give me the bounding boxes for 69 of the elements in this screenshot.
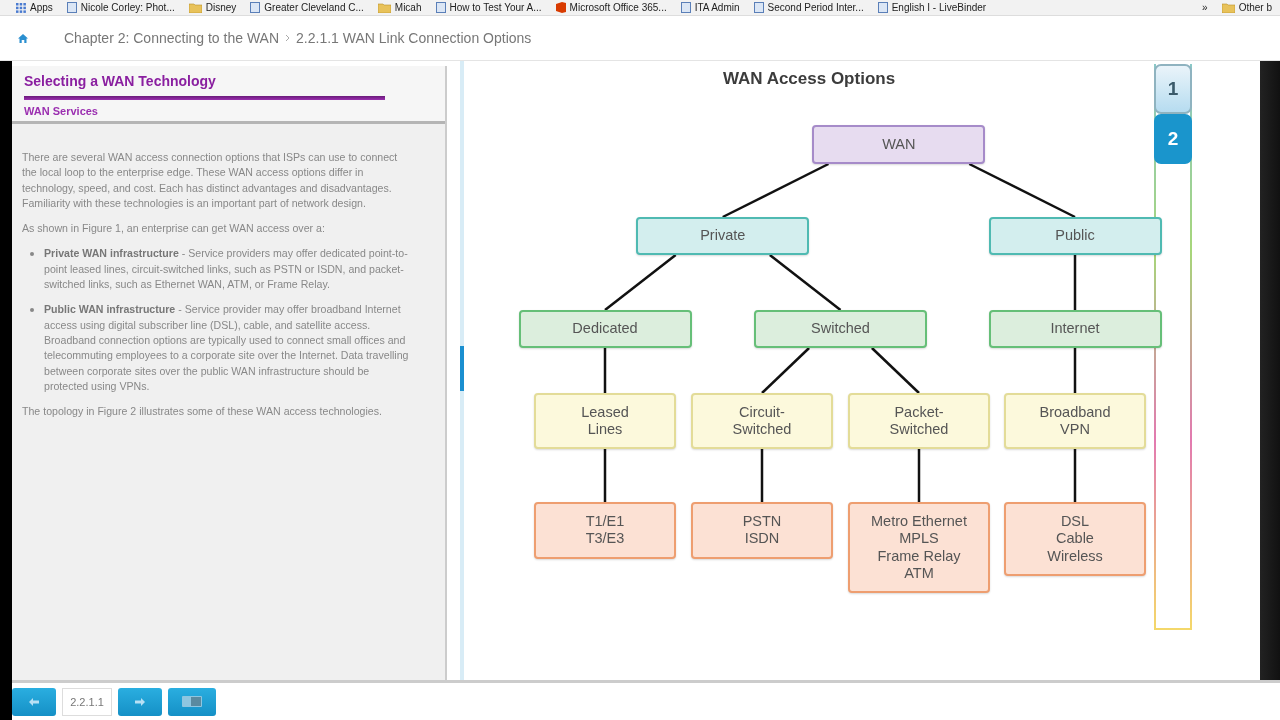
bullet-icon bbox=[30, 308, 34, 313]
diagram-node: Circuit- Switched bbox=[691, 393, 833, 449]
connector-line bbox=[1073, 449, 1077, 502]
diagram-node: Dedicated bbox=[518, 310, 692, 348]
bookmark-link[interactable]: Micah bbox=[377, 2, 422, 13]
page-icon bbox=[680, 2, 691, 13]
body-paragraph: The topology in Figure 2 illustrates some of these WAN access technologies. bbox=[22, 404, 383, 420]
grid-icon bbox=[16, 2, 26, 13]
diagram-node: Broadband VPN bbox=[1004, 393, 1146, 449]
page-number-field[interactable]: 2.2.1.1 bbox=[62, 687, 112, 716]
bookmark-link[interactable]: Disney bbox=[188, 2, 237, 13]
diagram-node: Metro Ethernet MPLS Frame Relay ATM bbox=[848, 502, 990, 594]
bullet-text: Private WAN infrastructure - Service providers may offer dedicated point-to-point leased lines, circuit-switched links, such as PSTN or ISDN, and packet-switched links, such as Ethernet WAN, ATM, or Frame Relay. bbox=[44, 246, 409, 293]
diagram-node: Private bbox=[636, 217, 810, 255]
connector-line bbox=[917, 449, 921, 502]
connector-line bbox=[1073, 348, 1077, 393]
breadcrumb-link[interactable]: Chapter 2: Connecting to the WAN bbox=[64, 30, 280, 46]
body-paragraph: There are several WAN access connection options that ISPs can use to connect the local loop to the enterprise edge. These WAN access options differ in technology, speed, and cost. Each has distinct advantages and disadvantages. Familiarity with these technologies is an important part of network design. bbox=[22, 150, 399, 211]
figure-title: WAN Access Options bbox=[721, 69, 897, 89]
connector-line bbox=[603, 348, 607, 393]
breadcrumb-link[interactable]: 2.2.1.1 WAN Link Connection Options bbox=[296, 30, 532, 46]
folder-icon bbox=[1221, 2, 1235, 13]
section-title: Selecting a WAN Technology bbox=[24, 73, 217, 89]
figure-tab[interactable]: 1 bbox=[1154, 64, 1192, 114]
bullet-icon bbox=[30, 252, 34, 257]
forward-arrow-icon bbox=[135, 697, 145, 706]
diagram-node: Switched bbox=[754, 310, 927, 348]
diagram-node: DSL Cable Wireless bbox=[1004, 502, 1146, 576]
connector-line bbox=[1073, 255, 1077, 310]
bookmark-link[interactable]: English I - LiveBinder bbox=[877, 2, 987, 13]
diagram-node: Leased Lines bbox=[534, 393, 676, 449]
bullet-text: Public WAN infrastructure - Service provider may offer broadband Internet access using digital subscriber line (DSL), cable, and satellite access. Broadband connection options are typically used to connect small offices and telecommuting employees to a corporate site over the Internet. Data travelling between corporate sites over the public WAN infrastructure should be protected using VPNs. bbox=[44, 302, 410, 394]
body-paragraph: As shown in Figure 1, an enterprise can get WAN access over a: bbox=[22, 221, 326, 237]
bookmark-link[interactable]: How to Test Your A... bbox=[435, 2, 542, 13]
page-icon bbox=[435, 2, 446, 13]
forward-button[interactable] bbox=[118, 687, 162, 716]
back-button[interactable] bbox=[12, 687, 56, 716]
splitter-handle[interactable] bbox=[460, 346, 464, 391]
diagram-node: Packet- Switched bbox=[848, 393, 990, 449]
panel-toggle-button[interactable] bbox=[168, 687, 216, 716]
back-arrow-icon bbox=[29, 697, 39, 706]
home-icon[interactable] bbox=[18, 33, 28, 43]
bookmark-link[interactable]: Greater Cleveland C... bbox=[250, 2, 364, 13]
bookmark-link[interactable]: Nicole Corley: Phot... bbox=[66, 2, 175, 13]
overflow-button[interactable]: » bbox=[1202, 2, 1208, 13]
folder-icon bbox=[377, 2, 391, 13]
connector-line bbox=[603, 449, 607, 502]
connector-line bbox=[760, 449, 764, 502]
chevron-icon bbox=[285, 34, 291, 42]
panel-icon bbox=[182, 696, 202, 707]
diagram-node: Public bbox=[988, 217, 1162, 255]
diagram-node: Internet bbox=[988, 310, 1162, 348]
page-icon bbox=[877, 2, 888, 13]
connector-line bbox=[761, 347, 810, 394]
diagram-node: T1/E1 T3/E3 bbox=[534, 502, 676, 559]
bookmark-link[interactable]: ITA Admin bbox=[680, 2, 740, 13]
connector-line bbox=[871, 347, 920, 394]
page-icon bbox=[66, 2, 77, 13]
folder-icon bbox=[188, 2, 202, 13]
diagram-node: WAN bbox=[812, 125, 986, 164]
office-icon bbox=[555, 2, 566, 13]
bookmark-link[interactable]: Second Period Inter... bbox=[753, 2, 864, 13]
bookmark-link[interactable]: Microsoft Office 365... bbox=[555, 2, 667, 13]
diagram-node: PSTN ISDN bbox=[691, 502, 833, 559]
bookmark-link[interactable]: Other b bbox=[1221, 2, 1272, 13]
bookmark-link[interactable]: Apps bbox=[16, 2, 53, 13]
section-subtitle: WAN Services bbox=[24, 105, 99, 117]
page-icon bbox=[753, 2, 764, 13]
page-icon bbox=[250, 2, 261, 13]
